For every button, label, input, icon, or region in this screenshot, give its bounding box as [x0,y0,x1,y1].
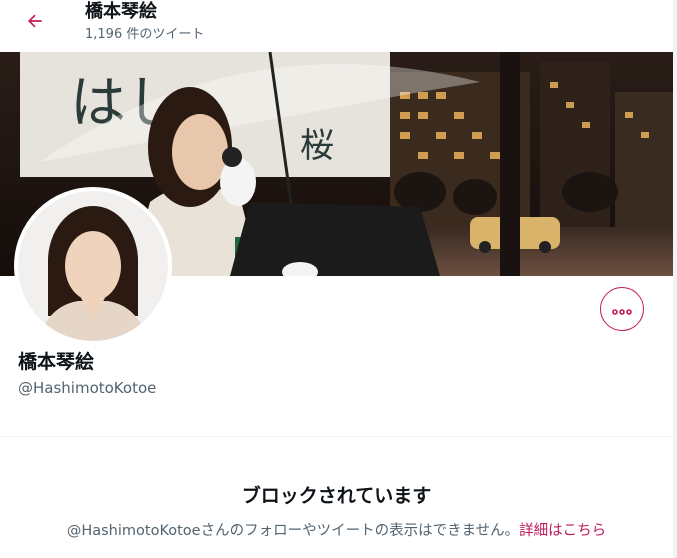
svg-text:桜: 桜 [300,126,334,166]
more-options-button[interactable] [600,287,644,331]
learn-more-link[interactable]: 詳細はこちら [519,523,606,539]
ellipsis-icon [612,300,632,319]
blocked-message: @HashimotoKotoeさんのフォローやツイートの表示はできません。詳細は… [0,521,673,541]
arrow-left-icon [25,11,45,35]
section-divider [0,436,673,437]
blocked-title: ブロックされています [241,485,432,507]
back-button[interactable] [18,6,52,40]
profile-handle: @HashimotoKotoe [18,379,157,397]
profile-page: 橋本琴絵 1,196 件のツイート はし 桜 橋本琴絵 @HashimotoKo… [0,0,673,558]
tweet-count: 1,196 件のツイート [85,27,205,42]
column-border [673,0,677,558]
profile-name: 橋本琴絵 [18,351,95,373]
header-title: 橋本琴絵 [85,1,157,22]
profile-avatar[interactable] [14,187,172,345]
profile-header: 橋本琴絵 1,196 件のツイート [0,0,673,52]
blocked-message-text: @HashimotoKotoeさんのフォローやツイートの表示はできません。 [66,523,520,539]
